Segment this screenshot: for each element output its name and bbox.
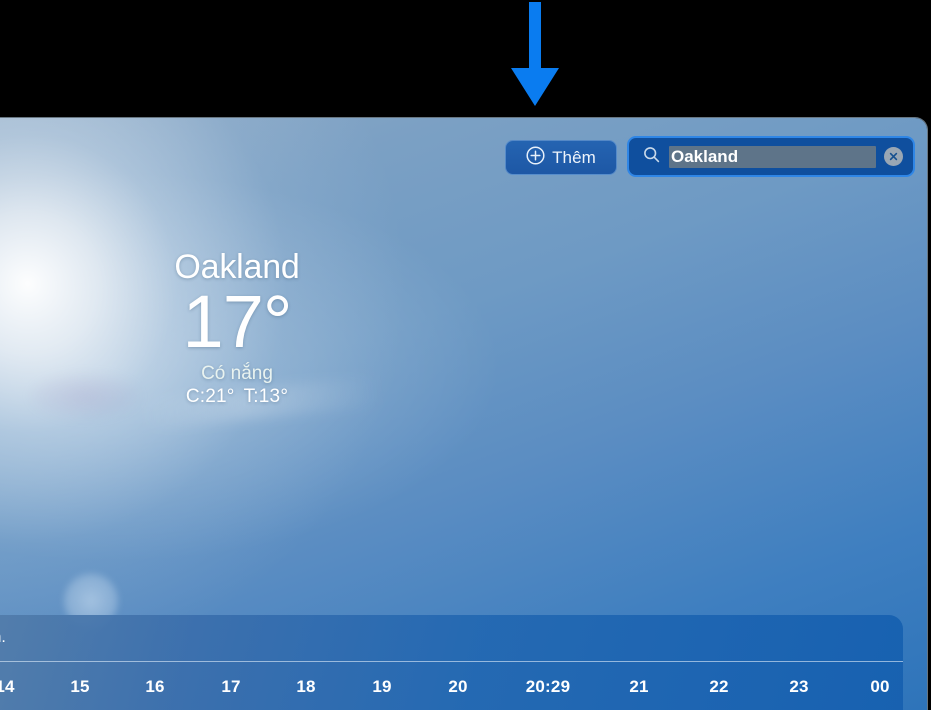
high-low-temperature: C:21° T:13°	[0, 386, 474, 408]
high-temperature: C:21°	[185, 385, 235, 407]
hour-time-label: 20:29	[525, 677, 571, 696]
wind-speed-label: /h.	[0, 629, 6, 646]
panel-header: /h.	[0, 615, 903, 661]
search-input[interactable]: Oakland	[669, 145, 876, 168]
hourly-forecast-panel[interactable]: /h. 1421°1520°1619°1719°1818°1917°2016°2…	[0, 615, 903, 710]
hour-time-label: 00	[870, 677, 890, 696]
hourly-column: 2016°	[410, 662, 506, 710]
add-location-label: Thêm	[552, 147, 596, 167]
current-condition: Có nắng	[201, 362, 273, 384]
hour-time-label: 20	[448, 677, 468, 696]
hourly-column: 20:29Mặt trời lặn	[500, 662, 596, 710]
weather-window: Oakland 17° Có nắng C:21° T:13° /h. 1421°…	[0, 118, 927, 710]
current-conditions: Oakland 17° Có nắng C:21° T:13°	[0, 249, 474, 408]
hourly-column: 0013°	[832, 662, 903, 710]
add-location-button[interactable]: Thêm	[505, 140, 617, 175]
search-icon	[643, 146, 660, 168]
current-temperature: 17°	[182, 279, 293, 363]
clear-search-button[interactable]	[884, 147, 903, 166]
screenshot-root: Oakland 17° Có nắng C:21° T:13° /h. 1421°…	[0, 0, 931, 710]
search-field[interactable]: Oakland	[627, 136, 915, 177]
low-temperature: T:13°	[243, 385, 289, 407]
hourly-columns: 1421°1520°1619°1719°1818°1917°2016°20:29…	[0, 662, 903, 710]
plus-circle-icon	[526, 145, 545, 170]
arrow-down-icon	[505, 0, 565, 112]
